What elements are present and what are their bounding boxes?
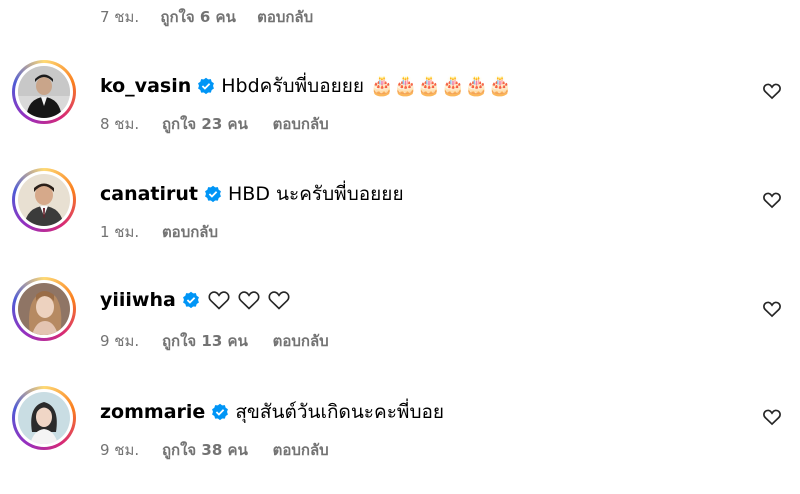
username[interactable]: ko_vasin bbox=[100, 75, 191, 97]
avatar[interactable] bbox=[12, 60, 76, 124]
like-heart-icon[interactable] bbox=[762, 81, 782, 101]
comment-item: canatirut HBD นะครับพี่บอยยย 1 ชม. ตอบกล… bbox=[0, 168, 800, 276]
like-heart-icon[interactable] bbox=[762, 299, 782, 319]
username[interactable]: yiiiwha bbox=[100, 289, 176, 311]
username[interactable]: zommarie bbox=[100, 401, 205, 423]
verified-badge-icon bbox=[197, 77, 215, 95]
white-heart-icon bbox=[238, 291, 260, 310]
comment-time: 7 ชม. bbox=[100, 8, 140, 26]
comment-time: 1 ชม. bbox=[100, 223, 140, 241]
avatar[interactable] bbox=[12, 277, 76, 341]
comment-time: 8 ชม. bbox=[100, 115, 140, 133]
reply-button[interactable]: ตอบกลับ bbox=[273, 115, 329, 133]
reply-button[interactable]: ตอบกลับ bbox=[273, 332, 329, 350]
comment-item: ko_vasin Hbdครับพี่บอยยย 🎂🎂🎂🎂🎂🎂 8 ชม. ถู… bbox=[0, 60, 800, 168]
verified-badge-icon bbox=[204, 185, 222, 203]
comment-text: Hbdครับพี่บอยยย 🎂🎂🎂🎂🎂🎂 bbox=[221, 75, 512, 97]
comment-item: zommarie สุขสันต์วันเกิดนะคะพี่บอย 9 ชม.… bbox=[0, 386, 800, 494]
white-heart-icon bbox=[208, 291, 230, 310]
avatar[interactable] bbox=[12, 386, 76, 450]
reply-button[interactable]: ตอบกลับ bbox=[162, 223, 218, 241]
reply-button[interactable]: ตอบกลับ bbox=[257, 8, 313, 26]
verified-badge-icon bbox=[211, 403, 229, 421]
like-heart-icon[interactable] bbox=[762, 190, 782, 210]
like-count[interactable]: ถูกใจ 6 คน bbox=[160, 8, 235, 26]
username[interactable]: canatirut bbox=[100, 183, 198, 205]
verified-badge-icon bbox=[182, 291, 200, 309]
like-count[interactable]: ถูกใจ 38 คน bbox=[162, 441, 248, 459]
comment-item: yiiiwha 9 ชม. ถูกใจ 13 คน ตอบกลับ bbox=[0, 277, 800, 385]
like-heart-icon[interactable] bbox=[762, 407, 782, 427]
like-count[interactable]: ถูกใจ 23 คน bbox=[162, 115, 248, 133]
comment-hearts bbox=[206, 288, 292, 312]
comment-time: 9 ชม. bbox=[100, 332, 140, 350]
comment-time: 9 ชม. bbox=[100, 441, 140, 459]
reply-button[interactable]: ตอบกลับ bbox=[273, 441, 329, 459]
white-heart-icon bbox=[268, 291, 290, 310]
like-count[interactable]: ถูกใจ 13 คน bbox=[162, 332, 248, 350]
previous-comment-meta: 7 ชม. ถูกใจ 6 คน ตอบกลับ bbox=[100, 5, 329, 29]
avatar[interactable] bbox=[12, 168, 76, 232]
comment-text: HBD นะครับพี่บอยยย bbox=[228, 183, 404, 205]
comment-text: สุขสันต์วันเกิดนะคะพี่บอย bbox=[235, 401, 445, 423]
